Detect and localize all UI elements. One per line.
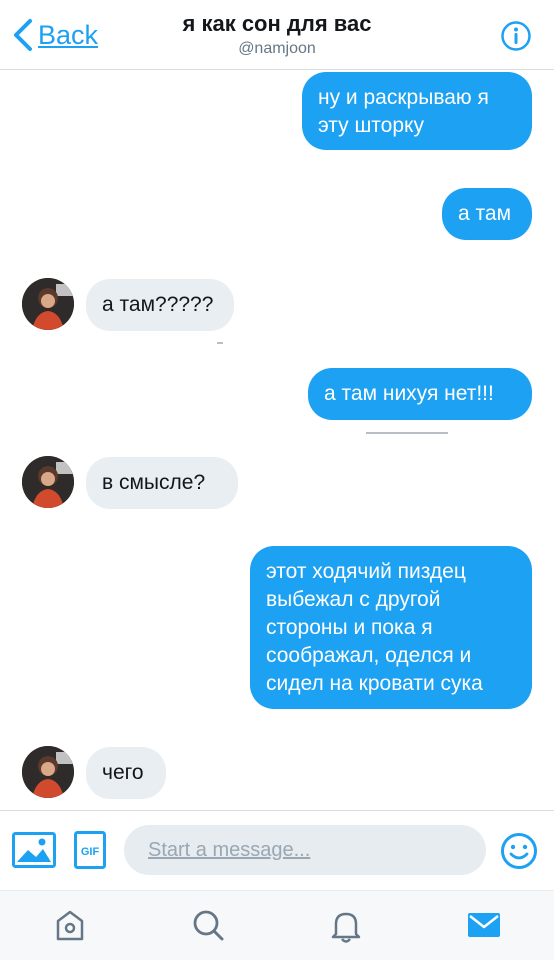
message-text: а там????? [102, 293, 214, 316]
message-text: а там нихуя нет!!! [324, 382, 494, 405]
avatar[interactable] [22, 456, 74, 508]
conversation-title-block[interactable]: я как сон для вас @namjoon [120, 10, 434, 59]
message-bubble-incoming[interactable]: чего [86, 747, 166, 799]
mail-icon[interactable] [464, 905, 504, 945]
message-line: эту шторку [318, 114, 424, 137]
message-composer: GIF Start a message... [0, 810, 554, 890]
back-label: Back [38, 20, 99, 50]
conversation-header: Back я как сон для вас @namjoon [0, 0, 554, 70]
message-bubble-incoming[interactable]: в смысле? [86, 457, 238, 509]
bottom-tab-bar [0, 890, 554, 960]
emoji-icon[interactable] [500, 832, 538, 870]
message-line: этот ходячий пиздец [266, 560, 466, 583]
conversation-title: я как сон для вас [182, 11, 372, 36]
message-text: а там [458, 202, 512, 225]
bell-icon[interactable] [326, 905, 366, 945]
message-input[interactable]: Start a message... [124, 825, 486, 875]
message-bubble-outgoing[interactable]: а там нихуя нет!!! [308, 368, 532, 420]
message-line: стороны и пока я [266, 616, 433, 639]
message-line: сидел на кровати сука [266, 672, 483, 695]
message-text: в смысле? [102, 471, 206, 494]
message-line: соображал, оделся и [266, 644, 472, 667]
svg-text:GIF: GIF [81, 846, 100, 858]
avatar[interactable] [22, 746, 74, 798]
home-icon[interactable] [50, 905, 90, 945]
message-line: ну и раскрываю я [318, 86, 489, 109]
back-button[interactable]: Back [12, 18, 98, 52]
divider [217, 342, 223, 344]
message-line: выбежал с другой [266, 588, 441, 611]
message-text: чего [102, 761, 144, 784]
chevron-left-icon [14, 19, 32, 51]
divider [366, 432, 448, 434]
profile-photo [22, 746, 74, 798]
image-icon[interactable] [12, 832, 56, 868]
info-icon[interactable] [500, 20, 532, 52]
message-list[interactable]: ну и раскрываю я эту шторку а там а там?… [0, 70, 554, 810]
gif-icon[interactable]: GIF [74, 831, 106, 869]
message-bubble-outgoing[interactable]: а там [442, 188, 532, 240]
conversation-handle: @namjoon [238, 40, 316, 57]
message-bubble-incoming[interactable]: а там????? [86, 279, 234, 331]
avatar[interactable] [22, 278, 74, 330]
profile-photo [22, 278, 74, 330]
search-icon[interactable] [188, 905, 228, 945]
profile-photo [22, 456, 74, 508]
message-bubble-outgoing[interactable]: этот ходячий пиздец выбежал с другой сто… [250, 546, 532, 709]
message-bubble-outgoing[interactable]: ну и раскрываю я эту шторку [302, 72, 532, 150]
